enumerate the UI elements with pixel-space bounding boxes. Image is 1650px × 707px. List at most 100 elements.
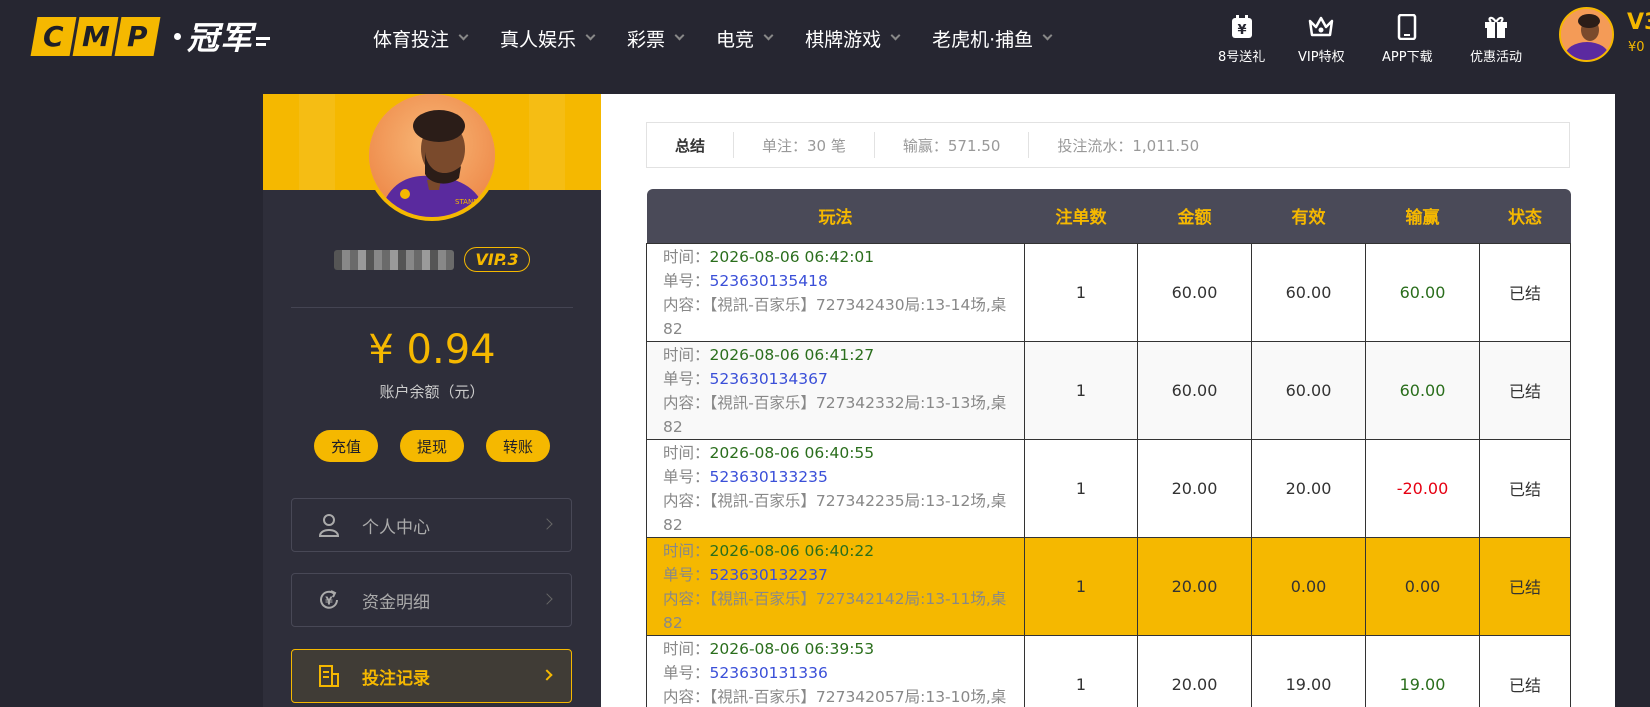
bet-time: 2026-08-06 06:42:01 [709,247,875,266]
bet-status-cell: 已结 [1479,340,1571,440]
gift-yen-icon: ¥ [1228,13,1256,41]
header-balance-text: ¥0 [1628,40,1645,55]
chevron-right-icon [541,669,553,681]
bet-records-table: 玩法 注单数 金额 有效 输赢 状态 时间：2026-08-06 06:42:0… [646,189,1571,707]
bet-number-line: 单号：523630131336 [663,661,1024,685]
bet-count-cell: 1 [1024,438,1138,538]
bet-time: 2026-08-06 06:41:27 [709,345,875,364]
bet-records-panel: 总结 单注：30 笔 输赢：571.50 投注流水：1,011.50 玩法 注单… [601,94,1615,707]
bet-time-line: 时间：2026-08-06 06:42:01 [663,245,1024,269]
balance-actions: 充值 提现 转账 [263,430,601,462]
nav-item-live-casino[interactable]: 真人娱乐 [500,25,596,52]
sidebar-item-label: 个人中心 [362,517,430,538]
bet-number-link[interactable]: 523630135418 [710,272,828,290]
sidebar-item-personal-center[interactable]: 个人中心 [291,498,572,552]
nav-item-esports[interactable]: 电竞 [716,25,774,52]
sidebar-item-bet-records[interactable]: 投注记录 [291,649,572,703]
logo-letter: M [81,19,110,53]
quick-link-label: VIP特权 [1298,50,1345,65]
bet-win-loss-cell: -20.00 [1365,438,1480,538]
bet-detail-cell: 时间：2026-08-06 06:39:53 单号：523630131336 内容：… [646,634,1025,707]
bet-amount-cell: 60.00 [1137,340,1252,440]
site-logo[interactable]: C M P 冠军 [30,16,271,57]
nav-item-lottery[interactable]: 彩票 [627,25,685,52]
bet-valid-cell: 60.00 [1251,340,1366,440]
summary-turnover: 投注流水：1,011.50 [1028,132,1227,158]
bet-number-link[interactable]: 523630134367 [710,370,828,388]
quick-link-label: APP下载 [1382,50,1433,65]
nav-label: 电竞 [716,28,755,51]
transfer-button[interactable]: 转账 [486,430,550,462]
account-sidebar: STANDARD VIP.3 ¥ 0.94 账户余额（元） 充值 提现 转账 个… [263,94,601,707]
bet-count-cell: 1 [1024,634,1138,707]
logo-letter: C [43,19,64,53]
logo-letter-box: C [30,16,77,56]
bet-amount-cell: 20.00 [1137,634,1252,707]
bet-content-line: 内容：【視訊-百家乐】727342057局:13-10场,桌82 [663,685,1024,707]
bet-valid-cell: 20.00 [1251,438,1366,538]
bet-win-loss-cell: 60.00 [1365,242,1480,342]
time-label: 时间： [663,247,710,266]
nav-label: 老虎机·捕鱼 [932,28,1034,51]
bet-number-link[interactable]: 523630131336 [710,664,828,682]
bet-content: 【視訊-百家乐】727342235局:13-12场,桌82 [663,491,1007,534]
bet-content-line: 内容：【視訊-百家乐】727342332局:13-13场,桌82 [663,391,1024,439]
column-header-count: 注单数 [1024,189,1138,243]
bet-time-line: 时间：2026-08-06 06:40:55 [663,441,1024,465]
svg-text:¥: ¥ [325,595,333,608]
logo-letter: P [127,19,148,53]
table-row[interactable]: 时间：2026-08-06 06:41:27 单号：523630134367 内容：… [646,340,1571,440]
number-label: 单号： [663,663,710,682]
bet-valid-cell: 60.00 [1251,242,1366,342]
sidebar-item-fund-details[interactable]: ¥ 资金明细 [291,573,572,627]
table-row[interactable]: 时间：2026-08-06 06:40:55 单号：523630133235 内容：… [646,438,1571,538]
column-header-win-loss: 输赢 [1365,189,1480,243]
bet-content-line: 内容：【視訊-百家乐】727342142局:13-11场,桌82 [663,587,1024,635]
table-row[interactable]: 时间：2026-08-06 06:39:53 单号：523630131336 内容：… [646,634,1571,707]
time-label: 时间： [663,345,710,364]
user-avatar[interactable] [1559,7,1614,62]
number-label: 单号： [663,467,710,486]
table-row[interactable]: 时间：2026-08-06 06:42:01 单号：523630135418 内容：… [646,242,1571,342]
time-label: 时间： [663,639,710,658]
quick-link-label: 优惠活动 [1470,50,1523,65]
sidebar-divider [291,307,573,308]
bet-count-cell: 1 [1024,536,1138,636]
bet-detail-cell: 时间：2026-08-06 06:42:01 单号：523630135418 内容：… [646,242,1025,342]
deposit-button[interactable]: 充值 [314,430,378,462]
quick-link-app[interactable]: APP下载 [1382,13,1433,65]
sidebar-item-label: 资金明细 [362,592,430,613]
nav-item-slots-fishing[interactable]: 老虎机·捕鱼 [932,25,1053,52]
summary-win-loss: 输赢：571.50 [873,132,1029,158]
quick-link-vip[interactable]: VIP特权 [1298,13,1345,65]
time-label: 时间： [663,541,710,560]
money-cycle-icon: ¥ [316,588,342,612]
profile-avatar[interactable]: STANDARD [365,94,499,221]
bet-time: 2026-08-06 06:39:53 [709,639,875,658]
nav-item-card-games[interactable]: 棋牌游戏 [805,25,901,52]
nav-item-sports[interactable]: 体育投注 [373,25,469,52]
username-row: VIP.3 [263,247,601,272]
withdraw-button[interactable]: 提现 [400,430,464,462]
bet-content: 【視訊-百家乐】727342142局:13-11场,桌82 [663,589,1007,632]
bet-number-link[interactable]: 523630133235 [710,468,828,486]
bet-time-line: 时间：2026-08-06 06:40:22 [663,539,1024,563]
quick-link-birthday-gift[interactable]: ¥ 8号送礼 [1218,13,1265,65]
svg-text:¥: ¥ [1237,23,1246,38]
content-label: 内容： [663,589,710,608]
bet-win-loss-cell: 19.00 [1365,634,1480,707]
content-label: 内容： [663,687,710,706]
sidebar-item-label: 投注记录 [362,668,430,689]
bet-valid-cell: 0.00 [1251,536,1366,636]
column-header-play: 玩法 [646,189,1025,243]
column-header-amount: 金额 [1137,189,1252,243]
table-row[interactable]: 时间：2026-08-06 06:40:22 单号：523630132237 内容：… [646,536,1571,636]
chevron-down-icon [890,30,901,41]
quick-link-promotions[interactable]: 优惠活动 [1470,13,1522,65]
bet-time: 2026-08-06 06:40:22 [709,541,875,560]
bet-number-link[interactable]: 523630132237 [710,566,828,584]
time-label: 时间： [663,443,710,462]
bet-detail-cell: 时间：2026-08-06 06:41:27 单号：523630134367 内容：… [646,340,1025,440]
bet-content-line: 内容：【視訊-百家乐】727342235局:13-12场,桌82 [663,489,1024,537]
chevron-down-icon [585,30,596,41]
